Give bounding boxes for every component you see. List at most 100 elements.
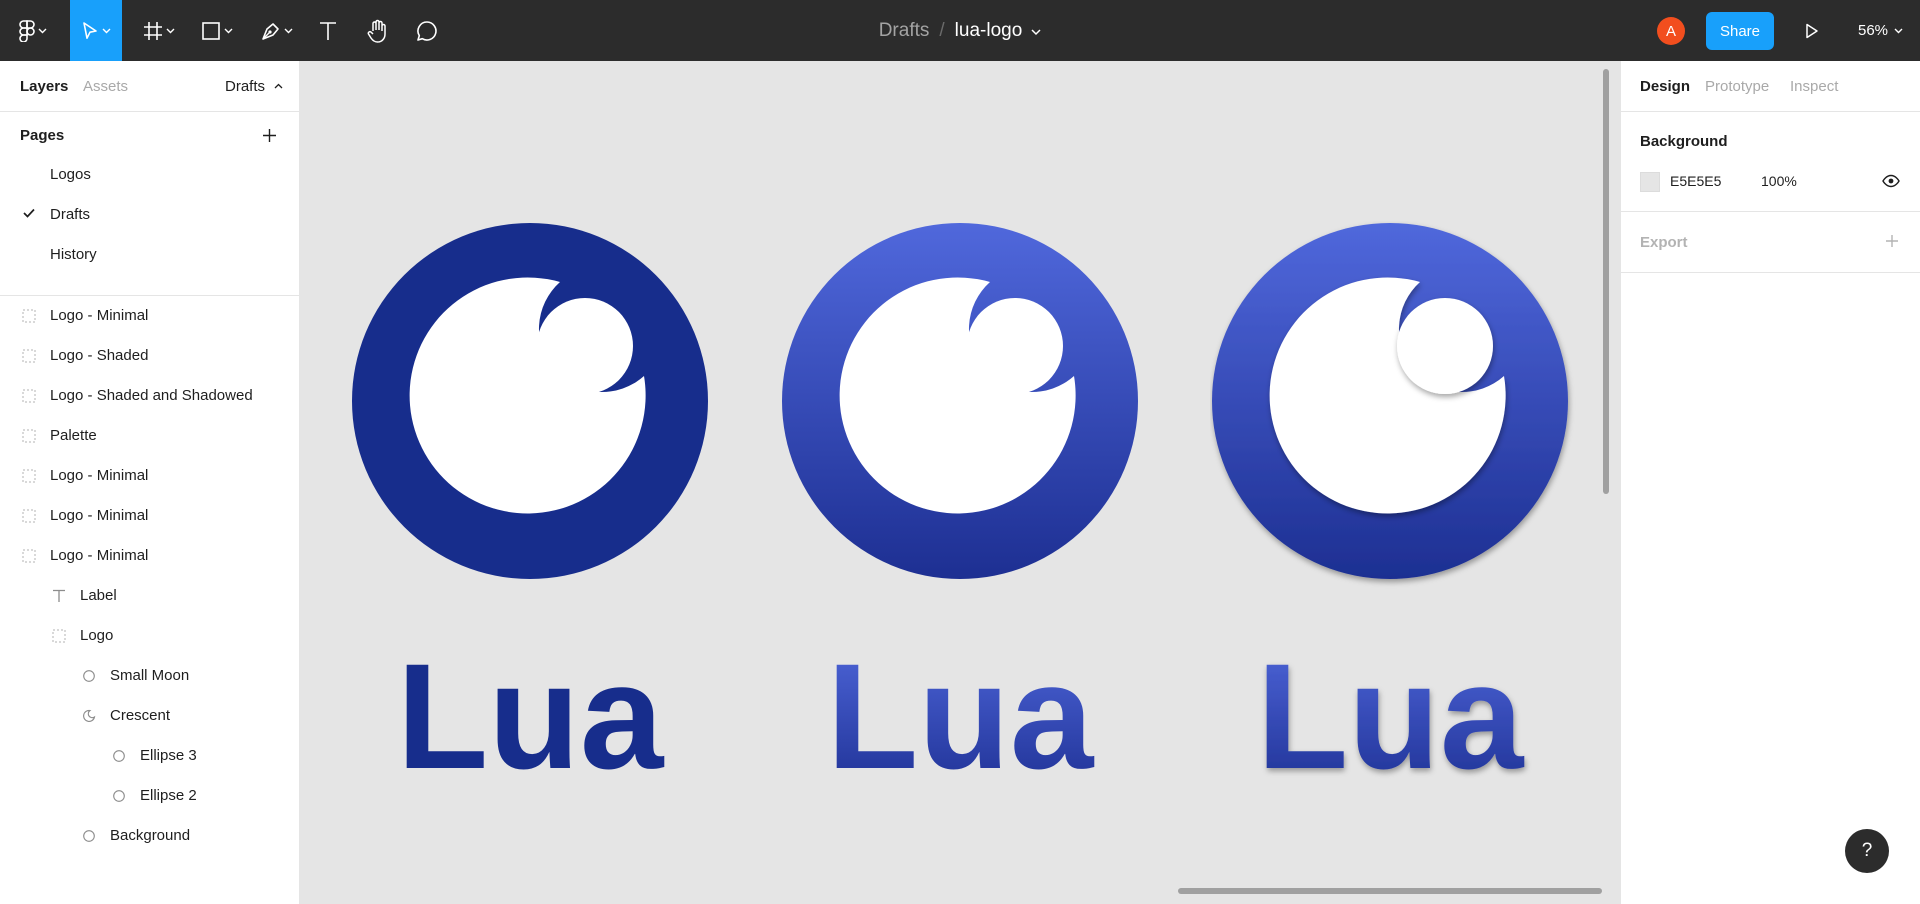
background-opacity-input[interactable]: 100% [1761, 173, 1797, 189]
layer-row[interactable]: Ellipse 3 [0, 736, 299, 776]
chevron-down-icon [224, 28, 233, 33]
page-label: History [50, 246, 97, 263]
tab-design[interactable]: Design [1640, 78, 1690, 95]
page-item-history[interactable]: History [0, 235, 299, 275]
plus-icon [1886, 235, 1898, 247]
layer-row[interactable]: Palette [0, 416, 299, 456]
text-tool-icon [320, 21, 336, 40]
logo-shaded-shadowed[interactable]: Lua [1210, 221, 1580, 791]
visibility-toggle[interactable] [1882, 172, 1900, 195]
hand-tool-icon [367, 19, 386, 43]
layer-row[interactable]: Ellipse 2 [0, 776, 299, 816]
layer-row[interactable]: Background [0, 816, 299, 856]
tab-layers[interactable]: Layers [20, 78, 68, 95]
layer-row[interactable]: Logo - Minimal [0, 296, 299, 336]
comment-tool-button[interactable] [412, 0, 442, 61]
pen-tool-icon [262, 22, 279, 40]
page-label: Logos [50, 166, 91, 183]
chevron-down-icon [284, 28, 293, 33]
layer-label: Ellipse 2 [140, 787, 197, 804]
file-name[interactable]: lua-logo [955, 20, 1023, 42]
layer-row[interactable]: Logo - Shaded and Shadowed [0, 376, 299, 416]
right-panel-tabs: Design Prototype Inspect [1621, 61, 1920, 112]
panel-divider [1621, 272, 1920, 273]
plus-icon [263, 129, 276, 142]
help-button[interactable]: ? [1845, 829, 1889, 873]
ellipse-icon [112, 789, 126, 803]
layer-label: Logo - Minimal [50, 507, 149, 524]
pen-tool-button[interactable] [256, 0, 298, 61]
chevron-down-icon [1031, 28, 1041, 35]
breadcrumb-parent[interactable]: Drafts [879, 20, 930, 42]
logo-wordmark: Lua [397, 632, 665, 781]
background-color-swatch[interactable] [1640, 172, 1660, 192]
frame-tool-icon [144, 21, 162, 40]
layer-label: Background [110, 827, 191, 844]
breadcrumb-separator: / [939, 19, 945, 41]
add-page-button[interactable] [262, 128, 277, 148]
left-panel-tabs: Layers Assets Drafts [0, 61, 300, 112]
background-heading: Background [1640, 133, 1728, 150]
hand-tool-button[interactable] [362, 0, 394, 61]
page-item-logos[interactable]: Logos [0, 155, 299, 195]
horizontal-scrollbar[interactable] [1178, 888, 1602, 894]
main-menu-button[interactable] [14, 0, 52, 61]
chevron-down-icon [1894, 28, 1903, 33]
tab-assets[interactable]: Assets [83, 78, 128, 95]
ellipse-icon [82, 829, 96, 843]
tab-prototype[interactable]: Prototype [1705, 78, 1769, 95]
layer-row[interactable]: Logo - Minimal [0, 536, 299, 576]
layer-row[interactable]: Crescent [0, 696, 299, 736]
layer-label: Ellipse 3 [140, 747, 197, 764]
vertical-scrollbar[interactable] [1603, 69, 1609, 494]
layer-label: Logo - Minimal [50, 467, 149, 484]
frame-icon [22, 389, 36, 403]
properties-panel: Design Prototype Inspect Background E5E5… [1620, 61, 1920, 904]
canvas[interactable]: Lua Lua Lua [300, 61, 1620, 904]
layer-row[interactable]: Logo [0, 616, 299, 656]
layer-row[interactable]: Logo - Shaded [0, 336, 299, 376]
layer-row[interactable]: Label [0, 576, 299, 616]
chevron-down-icon [38, 28, 47, 33]
drafts-dropdown[interactable]: Drafts [225, 78, 283, 95]
layer-label: Logo - Shaded [50, 347, 149, 364]
layers-panel: Layers Assets Drafts Pages Logos Drafts … [0, 61, 300, 904]
frame-tool-button[interactable] [138, 0, 180, 61]
frame-icon [22, 549, 36, 563]
shape-tool-button[interactable] [196, 0, 238, 61]
move-tool-icon [83, 21, 97, 39]
panel-divider [1621, 211, 1920, 212]
frame-icon [22, 469, 36, 483]
frame-icon [52, 629, 66, 643]
background-hex-input[interactable]: E5E5E5 [1670, 173, 1721, 189]
add-export-button[interactable] [1885, 234, 1899, 253]
layer-label: Palette [50, 427, 97, 444]
top-toolbar: Drafts / lua-logo A Share 56% [0, 0, 1920, 61]
logo-shaded[interactable]: Lua [780, 221, 1140, 781]
logo-minimal[interactable]: Lua [350, 221, 710, 781]
layer-row[interactable]: Logo - Minimal [0, 456, 299, 496]
share-button[interactable]: Share [1706, 12, 1774, 50]
logo-small-moon [1397, 298, 1493, 394]
layer-label: Crescent [110, 707, 171, 724]
logo-small-moon [537, 298, 633, 394]
ellipse-icon [112, 749, 126, 763]
move-tool-button[interactable] [70, 0, 122, 61]
tab-inspect[interactable]: Inspect [1790, 78, 1838, 95]
text-tool-button[interactable] [314, 0, 342, 61]
avatar[interactable]: A [1657, 17, 1685, 45]
ellipse-icon [82, 669, 96, 683]
layer-row[interactable]: Logo - Minimal [0, 496, 299, 536]
layer-label: Small Moon [110, 667, 190, 684]
zoom-menu[interactable]: 56% [1858, 0, 1903, 61]
file-menu-chevron[interactable] [1031, 20, 1041, 42]
chevron-down-icon [166, 28, 175, 33]
layer-label: Logo - Minimal [50, 307, 149, 324]
frame-icon [22, 349, 36, 363]
logo-wordmark: Lua [1257, 632, 1525, 791]
text-icon [52, 589, 66, 603]
layer-label: Logo - Shaded and Shadowed [50, 387, 253, 404]
layer-row[interactable]: Small Moon [0, 656, 299, 696]
page-item-drafts[interactable]: Drafts [0, 195, 299, 235]
present-button[interactable] [1800, 0, 1824, 61]
